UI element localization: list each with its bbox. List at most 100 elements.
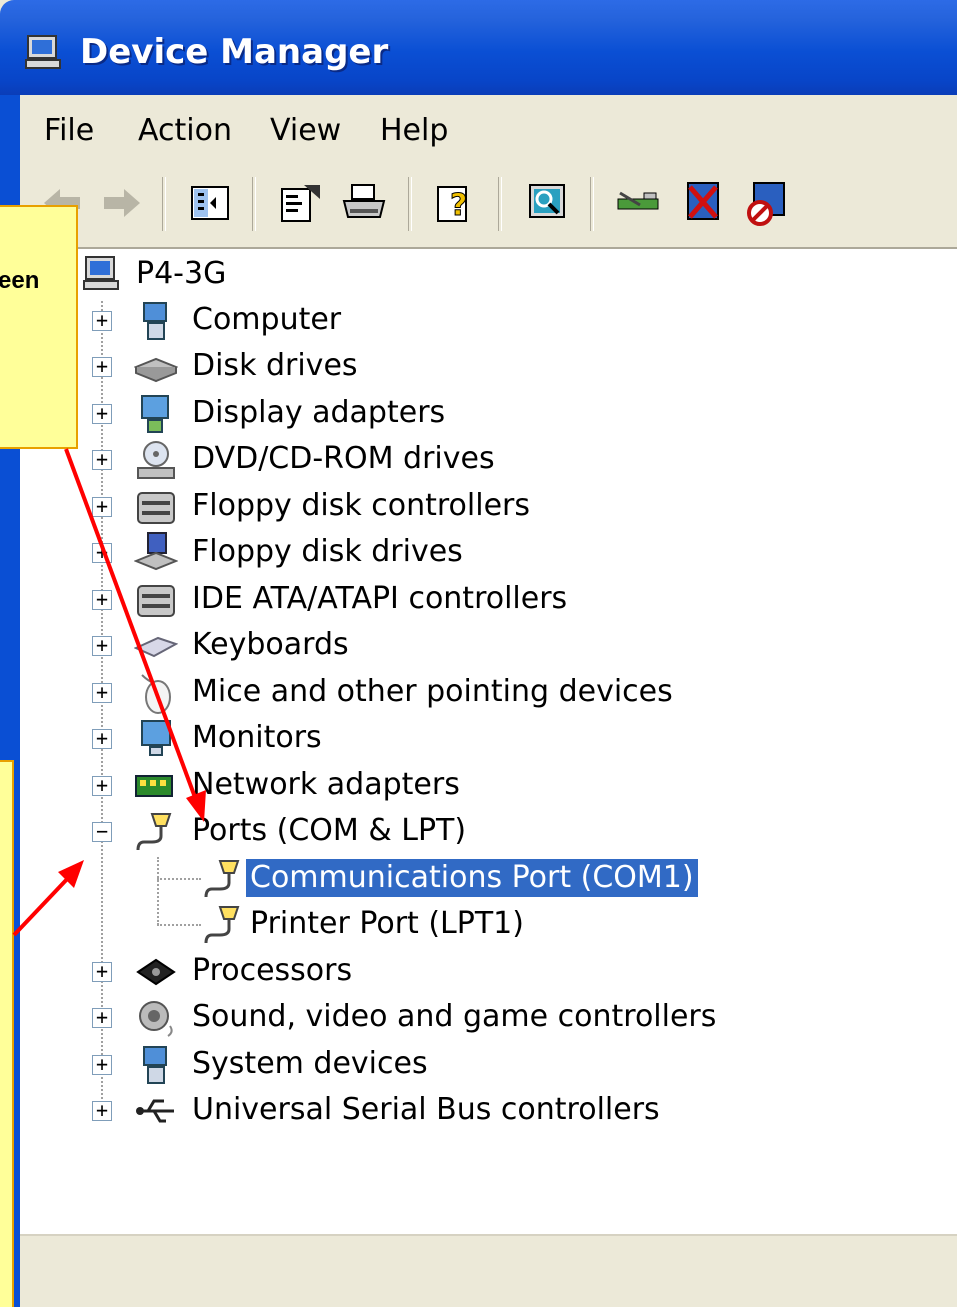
tree-item-keyboards[interactable]: + Keyboards — [90, 624, 590, 668]
tree-item-label: Monitors — [192, 720, 322, 755]
tree-item-mice[interactable]: + Mice and other pointing devices — [90, 671, 690, 715]
toolbar-separator — [252, 177, 256, 231]
toolbar-separator — [590, 177, 594, 231]
device-tree[interactable]: P4-3G + Computer + Disk drives + Display… — [20, 249, 957, 1234]
device-manager-window: Device Manager File Action View Help ? P… — [0, 0, 957, 1307]
monitor-icon — [141, 720, 171, 756]
tree-item-network-adapters[interactable]: + Network adapters — [90, 764, 590, 808]
svg-text:?: ? — [450, 188, 467, 223]
expand-button[interactable]: + — [92, 496, 112, 517]
expand-button[interactable]: + — [92, 682, 112, 703]
port-icon — [204, 860, 240, 898]
tree-item-display-adapters[interactable]: + Display adapters — [90, 392, 590, 436]
update-driver-icon[interactable] — [614, 179, 662, 227]
tree-item-computer[interactable]: + Computer — [90, 299, 590, 343]
tree-line — [157, 857, 159, 925]
scan-hardware-icon[interactable] — [524, 179, 572, 227]
tree-item-ide-controllers[interactable]: + IDE ATA/ATAPI controllers — [90, 578, 650, 622]
port-icon — [204, 906, 240, 944]
disable-icon[interactable] — [744, 179, 792, 227]
toolbar-separator — [162, 177, 166, 231]
expand-button[interactable]: + — [92, 775, 112, 796]
controller-icon — [137, 492, 175, 524]
toolbar-separator — [498, 177, 502, 231]
menu-file[interactable]: File — [44, 113, 94, 148]
show-hide-tree-icon[interactable] — [186, 179, 234, 227]
expand-button[interactable]: + — [92, 589, 112, 610]
expand-button[interactable]: + — [92, 1054, 112, 1075]
tree-item-label: Processors — [192, 953, 353, 988]
expand-button[interactable]: + — [92, 1100, 112, 1121]
tree-item-label: Display adapters — [192, 395, 446, 430]
tree-item-dvd-cd-rom-drives[interactable]: + DVD/CD-ROM drives — [90, 438, 590, 482]
tree-item-label: IDE ATA/ATAPI controllers — [192, 581, 568, 616]
disk-drive-icon — [134, 357, 178, 383]
tree-item-monitors[interactable]: + Monitors — [90, 717, 590, 761]
tree-item-label: Disk drives — [192, 348, 358, 383]
tree-item-label: DVD/CD-ROM drives — [192, 441, 495, 476]
tree-item-com1[interactable]: Communications Port (COM1) — [202, 857, 702, 901]
tree-item-label: Universal Serial Bus controllers — [192, 1092, 660, 1127]
expand-button[interactable]: + — [92, 635, 112, 656]
menu-action[interactable]: Action — [138, 113, 232, 148]
toolbar-separator — [408, 177, 412, 231]
menu-help[interactable]: Help — [380, 113, 448, 148]
system-device-icon — [143, 1046, 167, 1084]
tree-root-label: P4-3G — [136, 256, 227, 291]
tree-item-label: Network adapters — [192, 767, 460, 802]
usb-icon — [136, 1099, 174, 1123]
computer-icon — [143, 302, 167, 340]
tree-line — [157, 924, 201, 926]
tree-item-floppy-disk-drives[interactable]: + Floppy disk drives — [90, 531, 590, 575]
computer-icon — [25, 35, 61, 69]
expand-button[interactable]: + — [92, 356, 112, 377]
controller-icon — [137, 585, 175, 617]
tree-item-label: Floppy disk controllers — [192, 488, 530, 523]
tree-item-usb-controllers[interactable]: + Universal Serial Bus controllers — [90, 1089, 690, 1133]
tree-item-label: Printer Port (LPT1) — [250, 906, 524, 941]
port-icon — [136, 813, 172, 851]
expand-button[interactable]: + — [92, 310, 112, 331]
tree-item-ports[interactable]: − Ports (COM & LPT) — [90, 810, 590, 854]
tree-item-processors[interactable]: + Processors — [90, 950, 590, 994]
tree-item-disk-drives[interactable]: + Disk drives — [90, 345, 590, 389]
forward-icon[interactable] — [98, 179, 146, 227]
collapse-button[interactable]: − — [92, 821, 112, 842]
speaker-icon — [139, 1001, 173, 1037]
title-bar[interactable]: Device Manager — [0, 0, 957, 95]
status-bar — [20, 1234, 957, 1307]
expand-button[interactable]: + — [92, 449, 112, 470]
tree-item-lpt1[interactable]: Printer Port (LPT1) — [202, 903, 702, 947]
print-icon[interactable] — [340, 179, 388, 227]
expand-button[interactable]: + — [92, 1007, 112, 1028]
expand-button[interactable]: + — [92, 728, 112, 749]
menu-view[interactable]: View — [270, 113, 341, 148]
tree-item-system-devices[interactable]: + System devices — [90, 1043, 590, 1087]
network-adapter-icon — [135, 775, 173, 797]
window-title: Device Manager — [80, 32, 389, 72]
properties-icon[interactable] — [276, 179, 324, 227]
annotation-callout-bottom — [0, 760, 14, 1307]
tree-item-floppy-disk-controllers[interactable]: + Floppy disk controllers — [90, 485, 590, 529]
expand-button[interactable]: + — [92, 403, 112, 424]
tree-root[interactable]: P4-3G — [80, 253, 280, 297]
help-icon[interactable]: ? — [432, 179, 480, 227]
tree-line — [157, 878, 201, 880]
expand-button[interactable]: + — [92, 961, 112, 982]
processor-icon — [136, 958, 176, 986]
floppy-drive-icon — [134, 532, 178, 571]
tree-item-label: Floppy disk drives — [192, 534, 463, 569]
annotation-text: een — [0, 267, 40, 294]
tree-item-label: Mice and other pointing devices — [192, 674, 673, 709]
uninstall-icon[interactable] — [680, 179, 728, 227]
keyboard-icon — [134, 636, 178, 658]
toolbar: ? — [20, 167, 957, 249]
tree-item-label: Ports (COM & LPT) — [192, 813, 467, 848]
tree-item-label: Computer — [192, 302, 342, 337]
annotation-callout-top: een — [0, 205, 78, 449]
display-adapter-icon — [141, 395, 169, 433]
tree-item-sound[interactable]: + Sound, video and game controllers — [90, 996, 730, 1040]
expand-button[interactable]: + — [92, 542, 112, 563]
tree-item-label: System devices — [192, 1046, 428, 1081]
tree-item-label: Keyboards — [192, 627, 349, 662]
